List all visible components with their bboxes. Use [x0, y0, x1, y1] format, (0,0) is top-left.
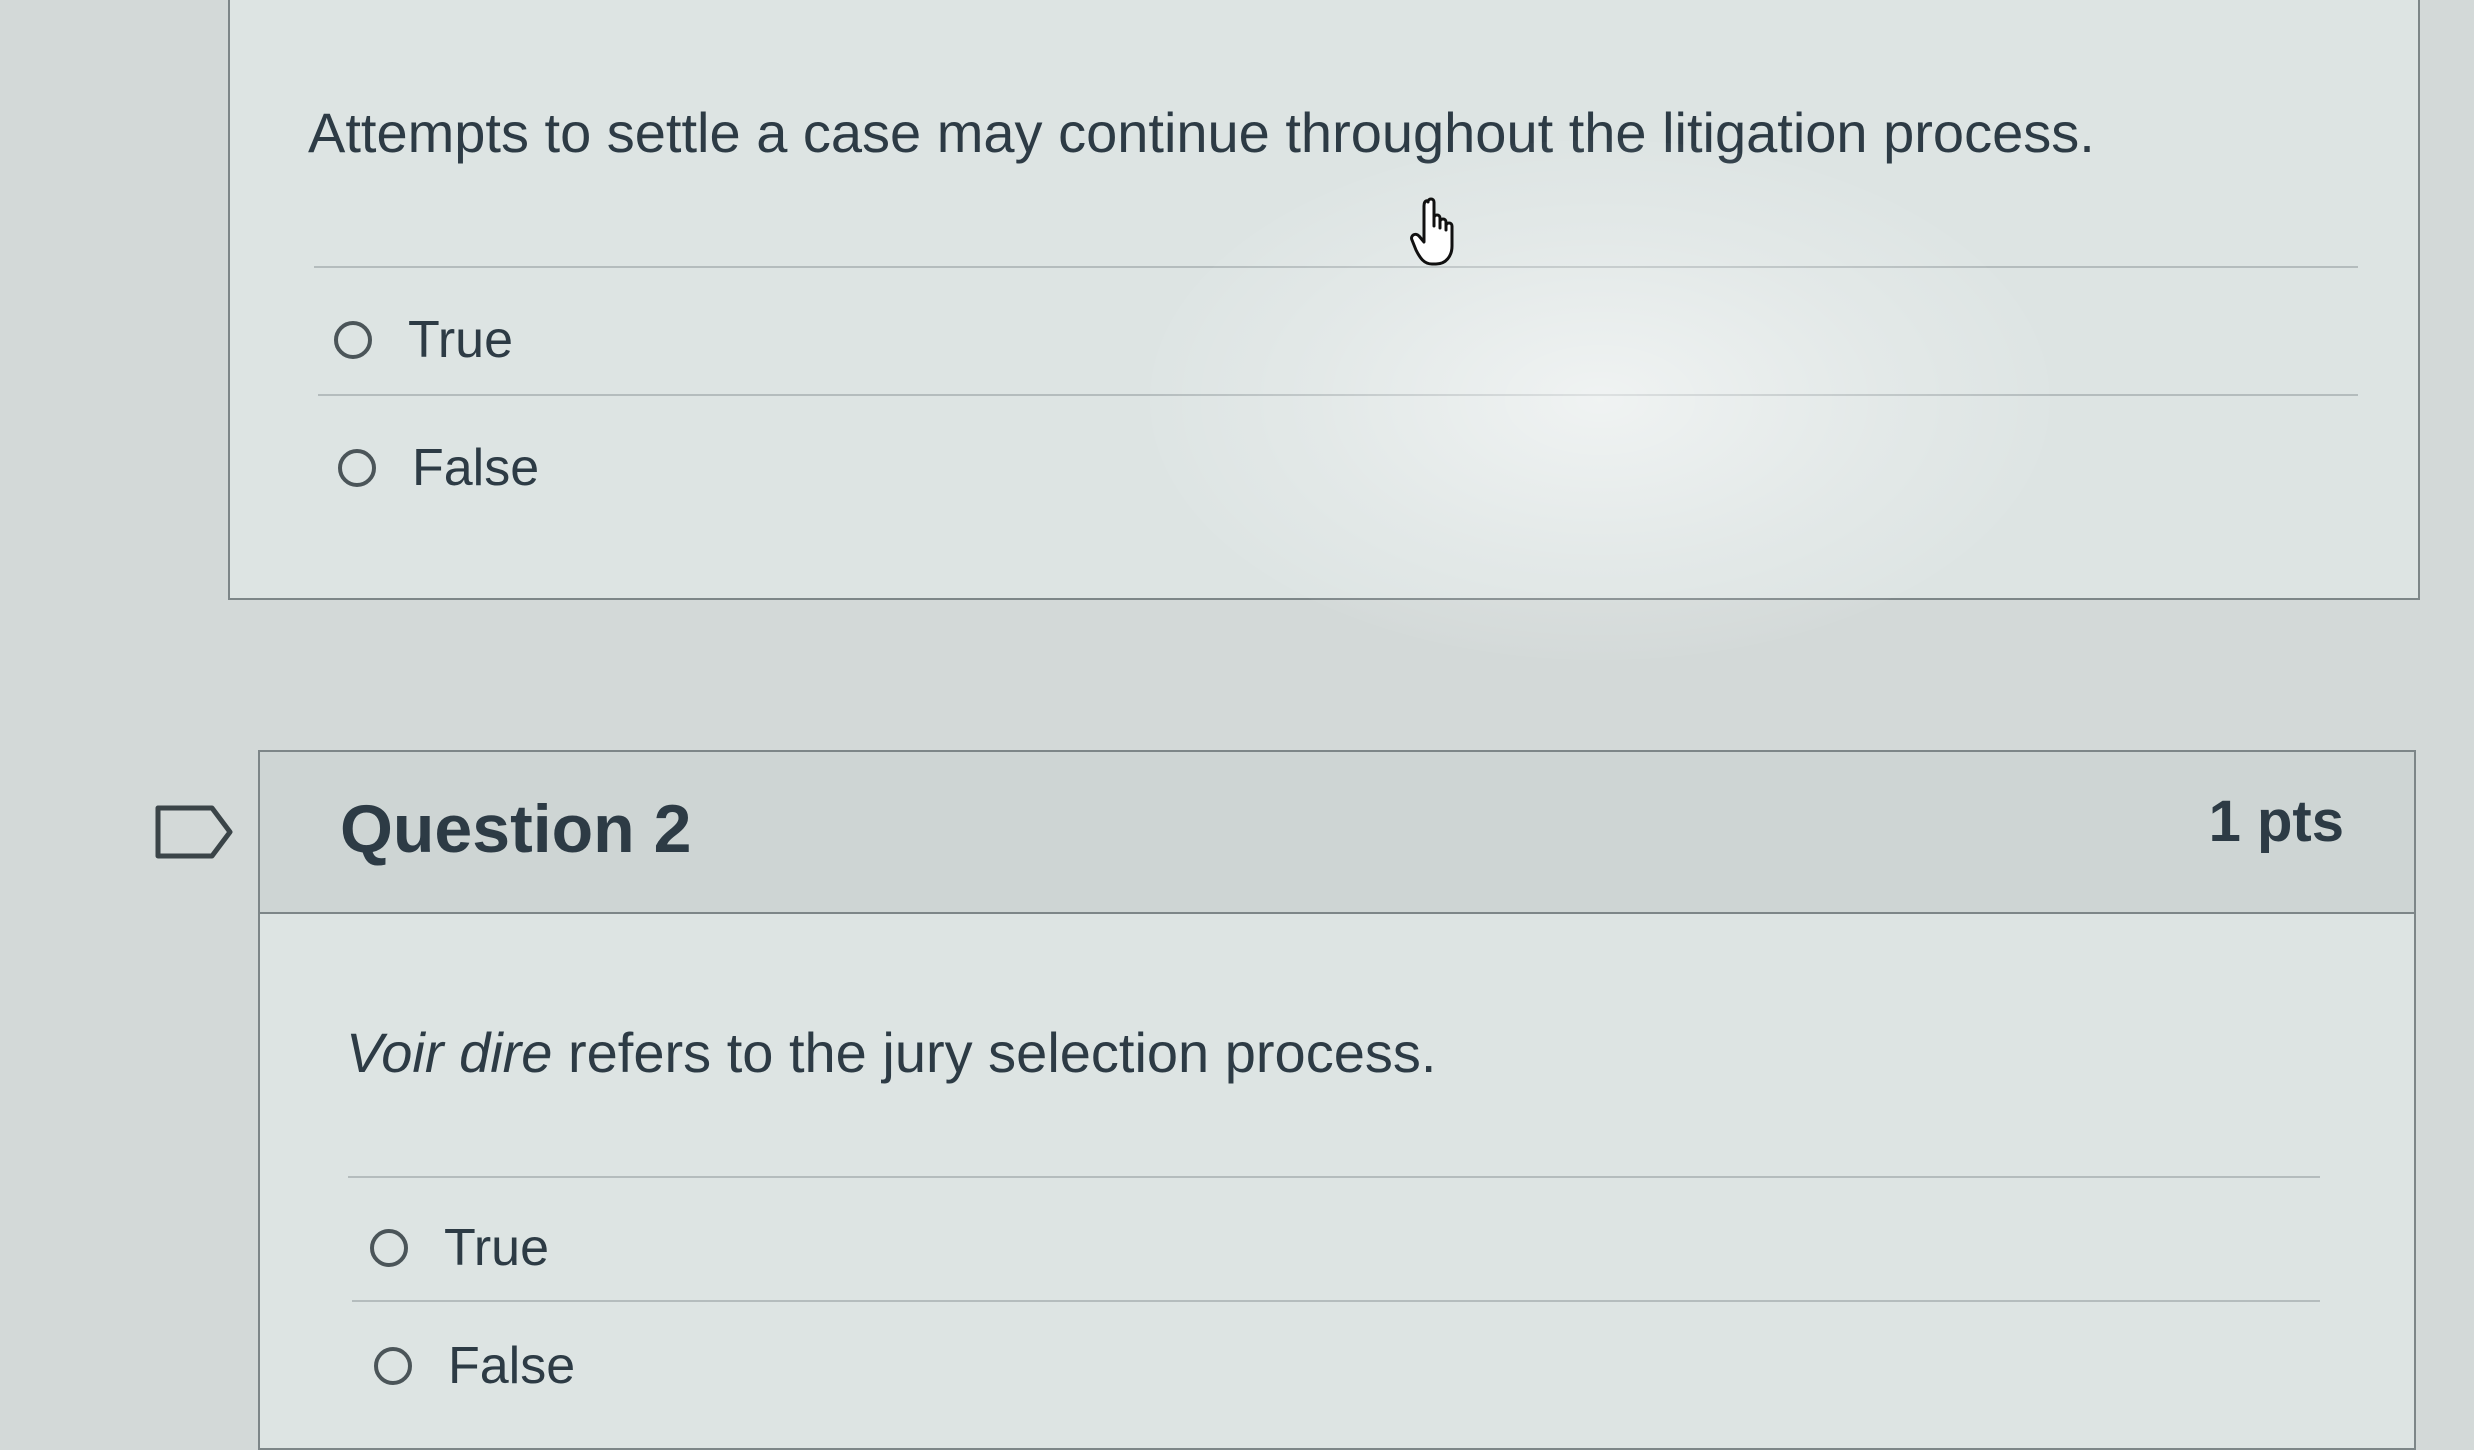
flag-question-icon[interactable]	[154, 804, 234, 860]
question-2-card: Question 2 1 pts Voir dire refers to the…	[258, 750, 2416, 1450]
answer-divider	[314, 266, 2358, 268]
question-2-answer-false[interactable]: False	[374, 1336, 575, 1396]
question-2-text-rest: refers to the jury selection process.	[552, 1021, 1437, 1084]
answer-label: True	[408, 311, 513, 369]
question-2-answer-true[interactable]: True	[370, 1218, 549, 1278]
radio-button[interactable]	[374, 1347, 412, 1385]
answer-divider	[318, 394, 2358, 396]
radio-button[interactable]	[334, 321, 372, 359]
question-title: Question 2	[340, 791, 692, 867]
question-1-text: Attempts to settle a case may continue t…	[308, 101, 2095, 164]
radio-button[interactable]	[370, 1229, 408, 1267]
answer-label: False	[412, 439, 540, 497]
radio-button[interactable]	[338, 449, 376, 487]
question-2-text: Voir dire refers to the jury selection p…	[346, 1020, 1436, 1085]
question-1-answer-false[interactable]: False	[338, 438, 539, 498]
answer-divider	[352, 1300, 2320, 1302]
answer-label: False	[448, 1337, 576, 1395]
question-1-card: Attempts to settle a case may continue t…	[228, 0, 2420, 600]
hand-pointer-icon	[1410, 197, 1454, 266]
answer-divider	[348, 1176, 2320, 1178]
question-header: Question 2 1 pts	[260, 752, 2414, 914]
question-2-text-italic: Voir dire	[346, 1021, 553, 1084]
question-1-answer-true[interactable]: True	[334, 310, 513, 370]
question-points: 1 pts	[2208, 789, 2344, 854]
answer-label: True	[444, 1219, 549, 1277]
